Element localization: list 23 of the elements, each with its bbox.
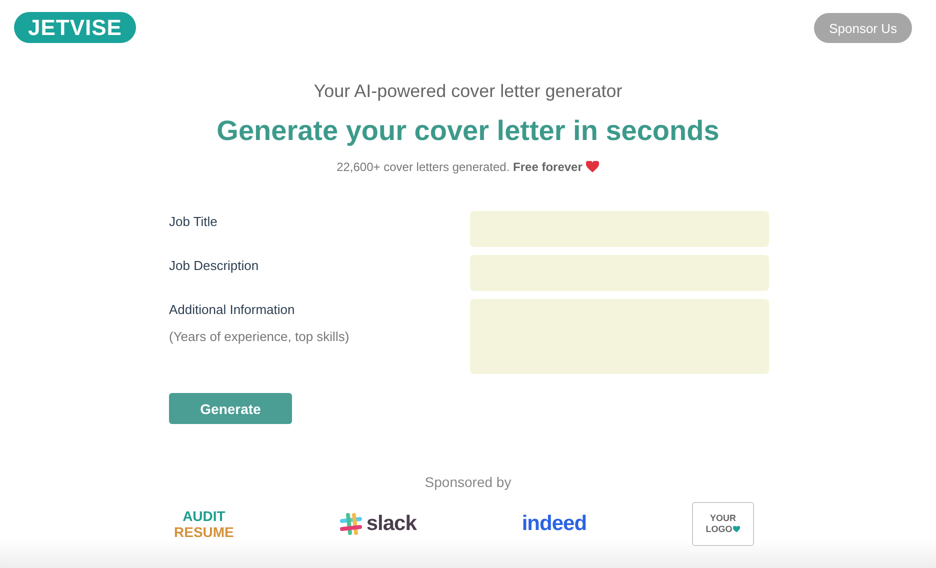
- text-area[interactable]: [470, 299, 769, 374]
- hash-icon: [339, 512, 364, 536]
- field-label: Job Description: [169, 258, 259, 273]
- field-label: Additional Information: [169, 302, 296, 317]
- field-label: Job Title: [169, 214, 218, 229]
- heart-icon: [733, 526, 740, 533]
- jetvise-logo[interactable]: JETVISE: [14, 12, 136, 42]
- sponsor-logo-text: AUDIT: [182, 508, 226, 524]
- field-hint: (Years of experience, top skills): [169, 329, 350, 344]
- sponsor-logo-text: indeed: [522, 512, 587, 536]
- sponsor-logo-text: YOUR: [710, 513, 736, 524]
- stats-text: 22,600+ cover letters generated. Free forever: [336, 160, 582, 174]
- sponsor-logo-text: RESUME: [174, 524, 234, 540]
- generate-button[interactable]: Generate: [169, 393, 292, 424]
- input-field[interactable]: [470, 211, 769, 247]
- subtitle: Your AI-powered cover letter generator: [314, 81, 622, 103]
- input-field[interactable]: [470, 255, 769, 291]
- heart-icon: [586, 161, 600, 173]
- sponsor-logo-text: slack: [366, 512, 416, 536]
- headline: Generate your cover letter in seconds: [216, 115, 720, 147]
- sponsored-by-heading: Sponsored by: [424, 474, 512, 490]
- sponsor-us-button[interactable]: Sponsor Us: [814, 13, 912, 43]
- sponsor-logo-text: LOGO: [706, 524, 732, 535]
